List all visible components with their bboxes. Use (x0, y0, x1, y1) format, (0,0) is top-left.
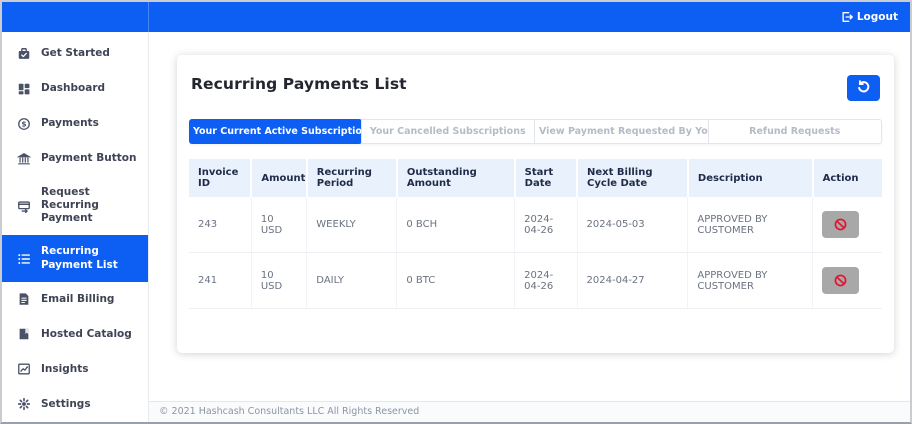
cell-invoice-id: 241 (189, 252, 252, 309)
cell-description: APPROVED BY CUSTOMER (687, 252, 814, 309)
cell-next-billing-cycle-date: 2024-04-27 (577, 252, 689, 309)
table-row: 241 10 USD DAILY 0 BTC 2024-04-26 2024-04-27 A… (189, 252, 882, 309)
cell-next-billing-cycle-date: 2024-05-03 (577, 197, 689, 253)
tab-your-current-active-subscriptions[interactable]: Your Current Active Subscriptions (189, 119, 362, 144)
sidebar-item-recurring-payment-list[interactable]: Recurring Payment List (2, 235, 148, 282)
settings-icon (16, 397, 31, 412)
sidebar-item-insights[interactable]: Insights (2, 352, 148, 387)
dashboard-icon (16, 81, 31, 96)
table-body: 243 10 USD WEEKLY 0 BCH 2024-04-26 2024-05-03… (189, 197, 882, 309)
column-header-action: Action (812, 159, 882, 197)
column-header-recurring-period: Recurring Period (306, 159, 398, 197)
sidebar-item-request-recurring-payment[interactable]: Request Recurring Payment (2, 176, 148, 235)
table-header-row: Invoice ID Amount Recurring Period Outstand… (189, 159, 882, 197)
sidebar-item-label: Request Recurring Payment (41, 186, 99, 225)
sidebar-item-payment-button[interactable]: Payment Button (2, 141, 148, 176)
logout-label: Logout (856, 11, 898, 23)
tab-label: Your Cancelled Subscriptions (369, 126, 526, 137)
cell-action (812, 197, 882, 253)
sidebar-item-label: Payment Button (41, 151, 137, 164)
column-header-amount: Amount (251, 159, 308, 197)
recurring-payments-table: Invoice ID Amount Recurring Period Outstand… (189, 159, 882, 309)
sidebar-item-hosted-catalog[interactable]: Hosted Catalog (2, 317, 148, 352)
sidebar-item-get-started[interactable]: Get Started (2, 36, 148, 71)
sidebar-item-label: Settings (41, 397, 91, 410)
cell-recurring-period: DAILY (306, 252, 398, 309)
cell-action (812, 252, 882, 309)
cell-invoice-id: 243 (189, 197, 252, 253)
request-recurring-payment-icon (16, 198, 31, 213)
cell-amount: 10 USD (251, 252, 308, 309)
sidebar-item-label: Dashboard (41, 81, 106, 94)
column-header-outstanding-amount: Outstanding Amount (396, 159, 516, 197)
cell-start-date: 2024-04-26 (514, 252, 578, 309)
tab-your-cancelled-subscriptions[interactable]: Your Cancelled Subscriptions (360, 120, 535, 143)
page-title: Recurring Payments List (191, 75, 407, 93)
payments-icon: $ (16, 116, 31, 131)
tab-label: View Payment Requested By You (539, 126, 708, 137)
app-window: Logout Get Started Dashboard $ Payments Paym… (0, 0, 912, 424)
column-header-description: Description (687, 159, 814, 197)
cancel-subscription-button[interactable] (822, 267, 860, 294)
cell-recurring-period: WEEKLY (306, 197, 398, 253)
cell-description: APPROVED BY CUSTOMER (687, 197, 814, 253)
svg-text:$: $ (21, 119, 26, 128)
cancel-subscription-button[interactable] (822, 211, 860, 238)
subscription-tabs: Your Current Active Subscriptions Your Ca… (189, 119, 882, 144)
payment-button-icon (16, 151, 31, 166)
ban-icon (833, 273, 848, 288)
sidebar-item-payments[interactable]: $ Payments (2, 106, 148, 141)
history-icon (856, 79, 871, 97)
footer-copyright: © 2021 Hashcash Consultants LLC All Righ… (149, 401, 910, 422)
sidebar-item-dashboard[interactable]: Dashboard (2, 71, 148, 106)
column-header-next-billing-cycle-date: Next Billing Cycle Date (577, 159, 689, 197)
sidebar-item-label: Hosted Catalog (41, 327, 132, 340)
email-billing-icon (16, 292, 31, 307)
sidebar-item-label: Payments (41, 116, 99, 129)
column-header-invoice-id: Invoice ID (189, 159, 253, 197)
get-started-icon (16, 46, 31, 61)
top-bar: Logout (2, 2, 910, 32)
sidebar-item-label: Recurring Payment List (41, 245, 118, 271)
recurring-payments-card: Recurring Payments List Your Current Act… (177, 55, 894, 353)
cell-amount: 10 USD (251, 197, 308, 253)
history-button[interactable] (847, 75, 880, 101)
tab-label: Refund Requests (749, 126, 841, 137)
logout-icon (841, 11, 853, 23)
sidebar-item-settings[interactable]: Settings (2, 387, 148, 422)
tab-refund-requests[interactable]: Refund Requests (707, 120, 882, 143)
main-area: Recurring Payments List Your Current Act… (149, 32, 910, 422)
ban-icon (833, 217, 848, 232)
tab-view-payment-requested-by-you[interactable]: View Payment Requested By You (534, 120, 708, 143)
insights-icon (16, 362, 31, 377)
cell-outstanding-amount: 0 BTC (396, 252, 516, 309)
hosted-catalog-icon (16, 327, 31, 342)
sidebar-item-label: Get Started (41, 46, 110, 59)
sidebar-item-email-billing[interactable]: Email Billing (2, 282, 148, 317)
tab-label: Your Current Active Subscriptions (193, 126, 362, 137)
recurring-payment-list-icon (16, 251, 31, 266)
sidebar-item-label: Email Billing (41, 292, 115, 305)
sidebar: Get Started Dashboard $ Payments Payment But… (2, 32, 149, 422)
logout-button[interactable]: Logout (841, 11, 898, 23)
cell-start-date: 2024-04-26 (514, 197, 578, 253)
cell-outstanding-amount: 0 BCH (396, 197, 516, 253)
table-row: 243 10 USD WEEKLY 0 BCH 2024-04-26 2024-05-03… (189, 197, 882, 253)
sidebar-item-label: Insights (41, 362, 89, 375)
column-header-start-date: Start Date (514, 159, 579, 197)
